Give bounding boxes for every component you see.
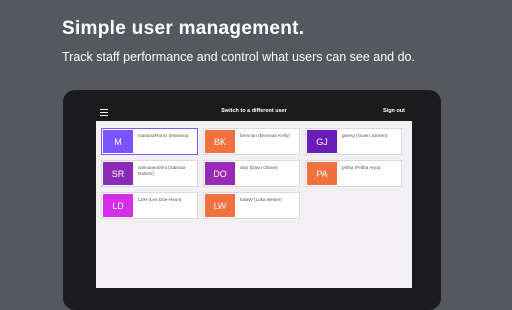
user-card[interactable]: PA pritha (Pritha Arya) (305, 160, 402, 187)
user-avatar: M (103, 130, 133, 153)
user-name: salmaanrahmi (Salmaa Rahimi) (138, 165, 186, 176)
app-screen: Switch to a different user Sign out Mmar… (96, 104, 412, 288)
hero-title: Simple user management. (62, 18, 305, 39)
user-name: doyi (Dayo Oluwe) (240, 165, 278, 170)
user-card[interactable]: MmarianaFlorez (Mariana) (101, 128, 198, 155)
user-name: brennan (Brennan Kelly) (240, 133, 290, 138)
user-avatar: LW (205, 194, 235, 217)
user-card[interactable]: DO doyi (Dayo Oluwe) (203, 160, 300, 187)
user-name: gwesy (Gwen Jansen) (342, 133, 388, 138)
user-name: marianaFlorez (Mariana) (138, 133, 189, 138)
user-avatar: BK (205, 130, 235, 153)
user-card[interactable]: LD LDH (Lee Doe-Heun) (101, 192, 198, 219)
user-avatar: GJ (307, 130, 337, 153)
user-avatar: SR (103, 162, 133, 185)
sign-out-button[interactable]: Sign out (383, 108, 405, 114)
user-card[interactable]: BK brennan (Brennan Kelly) (203, 128, 300, 155)
user-card[interactable]: LW lukaW (Luka Weber) (203, 192, 300, 219)
user-name: pritha (Pritha Arya) (342, 165, 381, 170)
user-avatar: PA (307, 162, 337, 185)
user-card[interactable]: SR salmaanrahmi (Salmaa Rahimi) (101, 160, 198, 187)
user-name: LDH (Lee Doe-Heun) (138, 197, 182, 202)
user-card[interactable]: GJ gwesy (Gwen Jansen) (305, 128, 402, 155)
app-bar-title: Switch to a different user (221, 108, 287, 114)
app-bar: Switch to a different user Sign out (96, 104, 412, 121)
user-name: lukaW (Luka Weber) (240, 197, 282, 202)
user-avatar: LD (103, 194, 133, 217)
user-grid: MmarianaFlorez (Mariana) BK brennan (Brenn… (101, 128, 402, 219)
hero-subtitle: Track staff performance and control what… (62, 50, 415, 64)
user-avatar: DO (205, 162, 235, 185)
